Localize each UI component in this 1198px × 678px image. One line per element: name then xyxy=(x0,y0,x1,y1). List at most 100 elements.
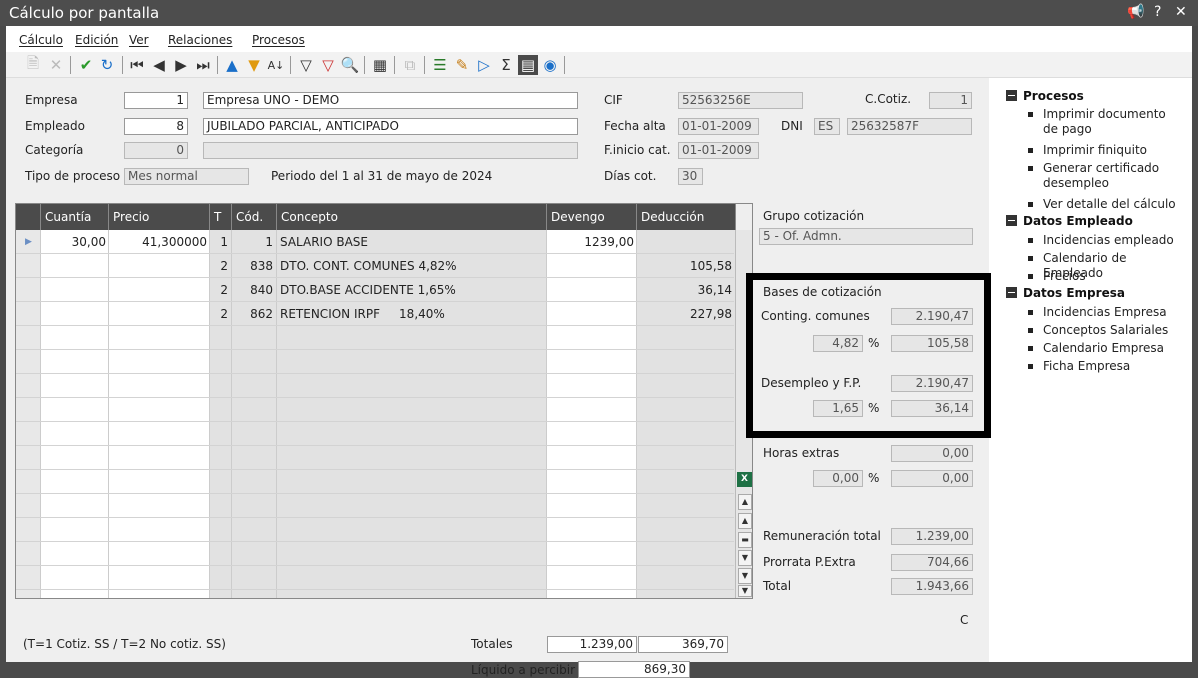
cell-cod[interactable]: 840 xyxy=(231,278,273,302)
previous-record-icon[interactable]: ◀ xyxy=(149,55,169,75)
table-row[interactable] xyxy=(16,350,734,374)
new-document-icon[interactable]: 🗎 xyxy=(23,54,43,75)
grupo-cotizacion-field: 5 - Of. Admn. xyxy=(759,228,973,245)
megaphone-icon[interactable]: 📢 xyxy=(1127,4,1144,20)
table-row[interactable] xyxy=(16,422,734,446)
preview-icon[interactable]: ◉ xyxy=(540,55,560,75)
col-cuantia[interactable]: Cuantía xyxy=(40,204,108,230)
main-panel: Empresa 1 Empresa UNO - DEMO Empleado 8 … xyxy=(6,78,991,678)
scroll-down-button[interactable]: ▼ xyxy=(738,550,752,566)
scroll-up-button[interactable]: ▲ xyxy=(738,513,752,529)
cell-precio[interactable]: 41,300000 xyxy=(108,230,207,254)
sidebar-item-ver-detalle[interactable]: Ver detalle del cálculo xyxy=(1028,197,1183,212)
grid-icon[interactable]: ▤ xyxy=(518,55,538,75)
scroll-end-button[interactable]: ▼ xyxy=(738,585,752,597)
menu-calculo[interactable]: Cálculo xyxy=(19,33,63,47)
sidebar-item-imprimir-documento[interactable]: Imprimir documento de pago xyxy=(1028,107,1183,137)
sidebar-section-procesos[interactable]: Procesos xyxy=(1006,89,1084,103)
play-document-icon[interactable]: ▷ xyxy=(474,55,494,75)
col-deduccion[interactable]: Deducción xyxy=(636,204,735,230)
sidebar-item-ficha-empresa[interactable]: Ficha Empresa xyxy=(1028,359,1188,374)
help-button[interactable]: ? xyxy=(1154,4,1161,20)
collapse-icon xyxy=(1006,215,1017,226)
cell-deduccion[interactable] xyxy=(636,230,732,254)
delete-icon[interactable]: ✕ xyxy=(46,55,66,75)
next-record-icon[interactable]: ▶ xyxy=(171,55,191,75)
cell-deduccion[interactable]: 36,14 xyxy=(636,278,732,302)
table-row[interactable] xyxy=(16,446,734,470)
empresa-code-field[interactable]: 1 xyxy=(124,92,188,109)
table-row[interactable] xyxy=(16,326,734,350)
table-row[interactable] xyxy=(16,470,734,494)
scroll-thumb[interactable]: ▬ xyxy=(738,532,752,548)
sidebar-item-calendario-empresa[interactable]: Calendario Empresa xyxy=(1028,341,1188,356)
col-devengo[interactable]: Devengo xyxy=(546,204,636,230)
sidebar-section-datos-empresa[interactable]: Datos Empresa xyxy=(1006,286,1125,300)
sidebar-item-incidencias-empresa[interactable]: Incidencias Empresa xyxy=(1028,305,1188,320)
cell-t[interactable]: 2 xyxy=(209,302,228,326)
col-t[interactable]: T xyxy=(209,204,231,230)
cell-cod[interactable]: 862 xyxy=(231,302,273,326)
cell-deduccion[interactable]: 105,58 xyxy=(636,254,732,278)
cell-concepto[interactable]: SALARIO BASE xyxy=(280,230,368,254)
col-concepto[interactable]: Concepto xyxy=(276,204,546,230)
empleado-code-field[interactable]: 8 xyxy=(124,118,188,135)
sort-down-icon[interactable]: ▼ xyxy=(244,55,264,75)
table-row[interactable]: ▶ 30,00 41,300000 1 1 SALARIO BASE 1239,… xyxy=(16,230,734,254)
table-row[interactable]: 2 862 RETENCION IRPF 18,40% 227,98 xyxy=(16,302,734,326)
cell-t[interactable]: 2 xyxy=(209,278,228,302)
cell-cod[interactable]: 1 xyxy=(231,230,273,254)
table-row[interactable] xyxy=(16,518,734,542)
cell-t[interactable]: 2 xyxy=(209,254,228,278)
cell-cod[interactable]: 838 xyxy=(231,254,273,278)
search-icon[interactable]: 🔍 xyxy=(340,55,360,75)
undo-icon[interactable]: ↻ xyxy=(97,55,117,75)
filter-icon[interactable]: ▽ xyxy=(296,55,316,75)
edit-pencil-icon[interactable]: ✎ xyxy=(452,55,472,75)
sort-az-icon[interactable]: A↓ xyxy=(266,55,286,75)
table-row[interactable] xyxy=(16,542,734,566)
tipo-proceso-field: Mes normal xyxy=(124,168,249,185)
table-row[interactable] xyxy=(16,374,734,398)
col-cod[interactable]: Cód. xyxy=(231,204,276,230)
table-row[interactable]: 2 840 DTO.BASE ACCIDENTE 1,65% 36,14 xyxy=(16,278,734,302)
menu-ver[interactable]: Ver xyxy=(129,33,149,47)
close-button[interactable]: ✕ xyxy=(1175,4,1187,20)
table-row[interactable] xyxy=(16,566,734,590)
table-row[interactable] xyxy=(16,398,734,422)
sidebar-section-datos-empleado[interactable]: Datos Empleado xyxy=(1006,214,1133,228)
scroll-top-button[interactable]: ▲ xyxy=(738,494,752,510)
cell-concepto[interactable]: RETENCION IRPF 18,40% xyxy=(280,302,445,326)
sidebar-item-imprimir-finiquito[interactable]: Imprimir finiquito xyxy=(1028,143,1183,158)
clear-filter-icon[interactable]: ▽ xyxy=(318,55,338,75)
last-record-icon[interactable]: ⏭ xyxy=(193,55,213,75)
list-icon[interactable]: ☰ xyxy=(430,55,450,75)
sort-up-icon[interactable]: ▲ xyxy=(222,55,242,75)
table-row[interactable] xyxy=(16,494,734,518)
first-record-icon[interactable]: ⏮ xyxy=(127,55,147,75)
sum-icon[interactable]: Σ xyxy=(496,55,516,75)
col-precio[interactable]: Precio xyxy=(108,204,209,230)
sidebar-item-incidencias-empleado[interactable]: Incidencias empleado xyxy=(1028,233,1188,248)
empleado-name-field[interactable]: JUBILADO PARCIAL, ANTICIPADO xyxy=(203,118,578,135)
table-view-icon[interactable]: ▦ xyxy=(370,55,390,75)
cell-cuantia[interactable]: 30,00 xyxy=(40,230,106,254)
sidebar-item-generar-certificado[interactable]: Generar certificado desempleo xyxy=(1028,161,1183,191)
cell-concepto[interactable]: DTO.BASE ACCIDENTE 1,65% xyxy=(280,278,456,302)
excel-icon[interactable]: X xyxy=(737,472,752,487)
empresa-name-field[interactable]: Empresa UNO - DEMO xyxy=(203,92,578,109)
cell-devengo[interactable]: 1239,00 xyxy=(546,230,634,254)
sidebar-item-precios[interactable]: Precios xyxy=(1028,269,1188,284)
menu-edicion[interactable]: Edición xyxy=(75,33,118,47)
scroll-header xyxy=(735,204,752,230)
cell-t[interactable]: 1 xyxy=(209,230,228,254)
cell-deduccion[interactable]: 227,98 xyxy=(636,302,732,326)
scroll-bottom-button[interactable]: ▼ xyxy=(738,568,752,584)
menu-procesos[interactable]: Procesos xyxy=(252,33,305,47)
menu-relaciones[interactable]: Relaciones xyxy=(168,33,232,47)
sidebar-item-conceptos-salariales[interactable]: Conceptos Salariales xyxy=(1028,323,1188,338)
table-row[interactable]: 2 838 DTO. CONT. COMUNES 4,82% 105,58 xyxy=(16,254,734,278)
accept-icon[interactable]: ✔ xyxy=(76,55,96,75)
copy-icon[interactable]: ⧉ xyxy=(400,55,420,75)
cell-concepto[interactable]: DTO. CONT. COMUNES 4,82% xyxy=(280,254,457,278)
